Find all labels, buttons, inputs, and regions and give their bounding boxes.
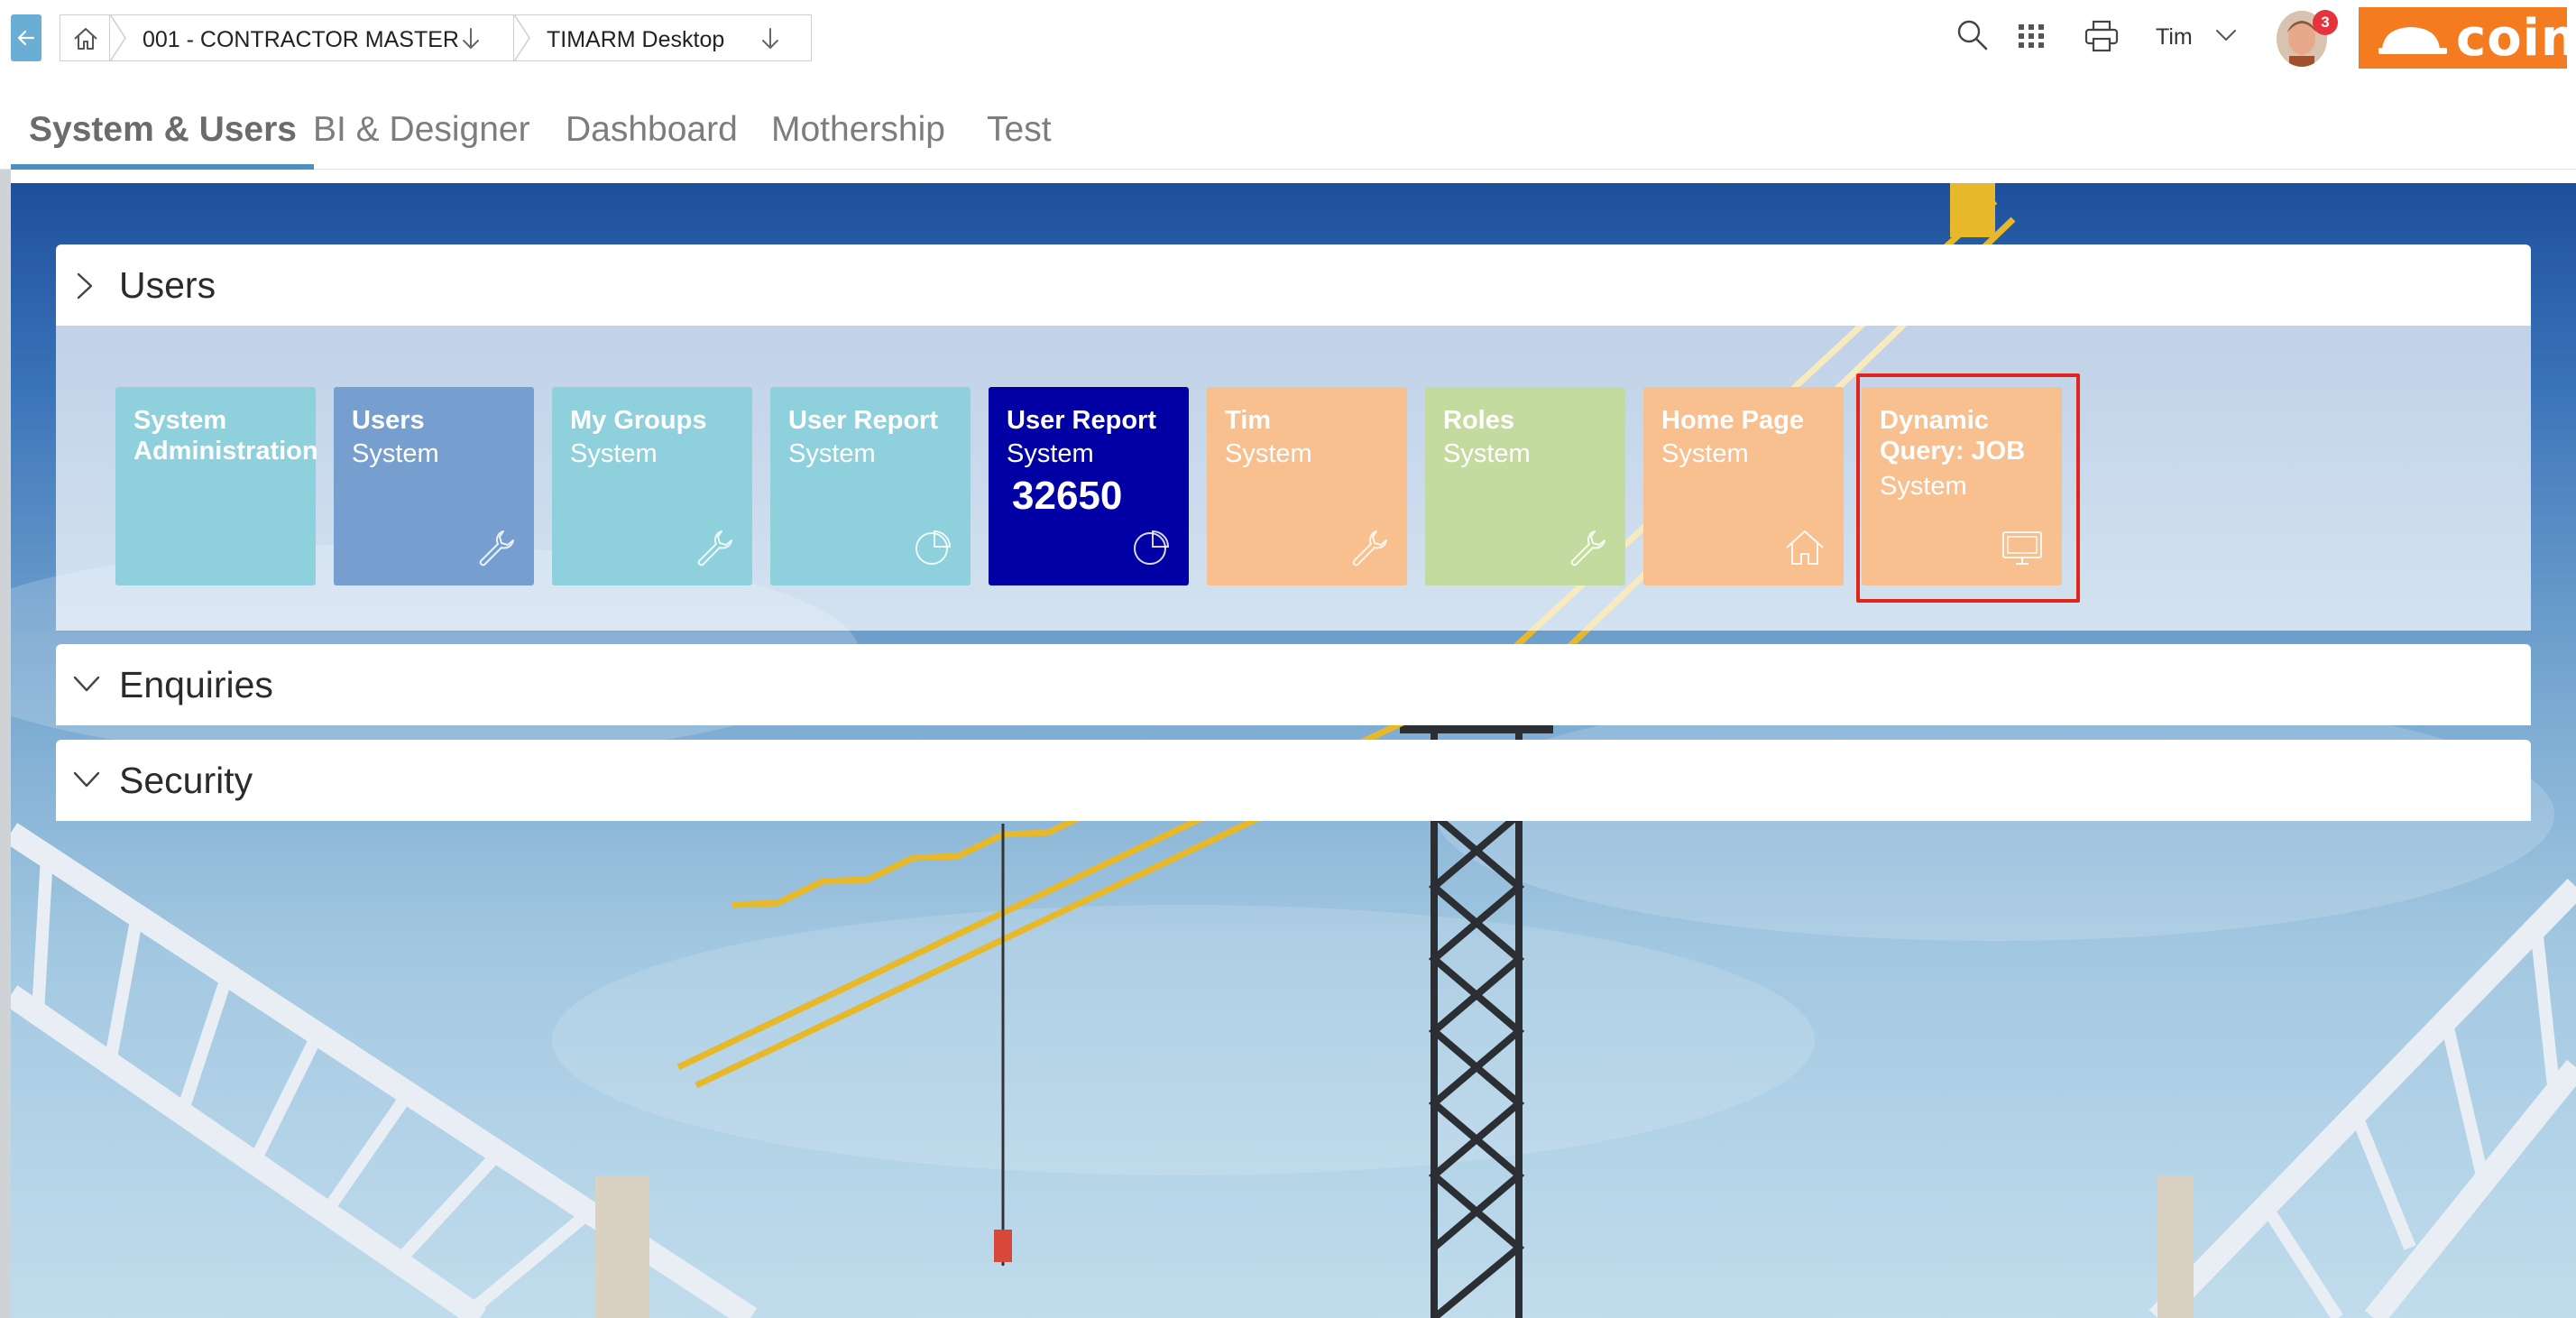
tab-test[interactable]: Test	[987, 110, 1052, 150]
tile-title: Roles	[1443, 406, 1514, 435]
breadcrumb-desktop-label: TIMARM Desktop	[547, 27, 725, 52]
wrench-icon	[1570, 530, 1605, 567]
user-menu-name[interactable]: Tim	[2156, 24, 2193, 51]
tile-title: User Report	[788, 406, 938, 435]
tile-title: System Administration	[133, 406, 318, 465]
tile-roles[interactable]: Roles System	[1425, 387, 1625, 585]
selection-highlight	[1856, 373, 2080, 603]
chevron-down-icon[interactable]	[72, 767, 101, 792]
breadcrumb-company-label: 001 - CONTRACTOR MASTER	[143, 27, 459, 52]
tile-user-report[interactable]: User Report System	[770, 387, 971, 585]
tile-my-groups[interactable]: My Groups System	[552, 387, 752, 585]
coins-logo: coins	[2359, 7, 2576, 69]
tab-dashboard[interactable]: Dashboard	[566, 110, 738, 150]
chevron-down-icon[interactable]	[72, 671, 101, 696]
wrench-icon	[479, 530, 514, 567]
home-button[interactable]	[60, 14, 110, 61]
tile-subtitle: System	[1007, 439, 1094, 468]
chevron-down-icon[interactable]	[2214, 25, 2238, 45]
print-icon[interactable]	[2084, 18, 2120, 54]
tile-subtitle: System	[570, 439, 658, 468]
apps-grid-icon[interactable]	[2017, 18, 2047, 54]
tile-home-page[interactable]: Home Page System	[1643, 387, 1844, 585]
tile-subtitle: System	[1225, 439, 1312, 468]
tile-title: User Report	[1007, 406, 1156, 435]
home-icon	[1786, 530, 1824, 565]
tab-bi-designer[interactable]: BI & Designer	[313, 110, 530, 150]
tile-title: Users	[352, 406, 425, 435]
tab-bar: System & Users BI & Designer Dashboard M…	[0, 90, 2576, 170]
tile-user-report-count[interactable]: User Report System 32650	[989, 387, 1189, 585]
tile-system-administration[interactable]: System Administration	[115, 387, 318, 585]
tile-title: Tim	[1225, 406, 1272, 435]
breadcrumb-desktop[interactable]: TIMARM Desktop	[513, 14, 812, 61]
panel-users-title: Users	[119, 264, 216, 306]
tile-count: 32650	[1012, 474, 1123, 518]
tile-subtitle: System	[788, 439, 876, 468]
tab-system-users[interactable]: System & Users	[29, 110, 297, 150]
back-button[interactable]	[11, 14, 41, 61]
search-icon[interactable]	[1955, 18, 1990, 54]
arrow-left-icon	[17, 30, 35, 46]
notification-badge[interactable]: 3	[2313, 10, 2338, 35]
tile-subtitle: System	[1443, 439, 1531, 468]
home-icon	[74, 28, 97, 50]
panel-users-header[interactable]: Users	[56, 244, 2531, 326]
breadcrumb-separator	[513, 14, 530, 61]
hard-hat-icon	[2378, 27, 2447, 54]
pie-chart-icon	[915, 530, 952, 565]
tab-mothership[interactable]: Mothership	[771, 110, 945, 150]
chevron-right-icon[interactable]	[72, 272, 97, 300]
top-bar: 001 - CONTRACTOR MASTER TIMARM Desktop T…	[0, 0, 2576, 76]
panel-security-header[interactable]: Security	[56, 740, 2531, 821]
active-tab-indicator	[11, 164, 314, 170]
tile-users[interactable]: Users System	[334, 387, 534, 585]
tile-title: My Groups	[570, 406, 707, 435]
logo-text: coins	[2456, 9, 2576, 68]
panel-enquiries-title: Enquiries	[119, 664, 273, 705]
arrow-down-icon[interactable]	[759, 27, 781, 51]
wrench-icon	[1352, 530, 1387, 567]
panel-security-title: Security	[119, 760, 253, 801]
panel-enquiries-header[interactable]: Enquiries	[56, 644, 2531, 725]
arrow-down-icon[interactable]	[460, 27, 482, 51]
wrench-icon	[697, 530, 732, 567]
tile-subtitle: System	[352, 439, 439, 468]
left-scrollbar[interactable]	[0, 170, 11, 1318]
pie-chart-icon	[1134, 530, 1170, 565]
breadcrumb-separator	[109, 14, 126, 61]
tile-title: Home Page	[1661, 406, 1804, 435]
app-window: 001 - CONTRACTOR MASTER TIMARM Desktop T…	[0, 0, 2576, 1318]
tile-tim[interactable]: Tim System	[1207, 387, 1407, 585]
tile-subtitle: System	[1661, 439, 1749, 468]
breadcrumb-company[interactable]: 001 - CONTRACTOR MASTER	[109, 14, 514, 61]
